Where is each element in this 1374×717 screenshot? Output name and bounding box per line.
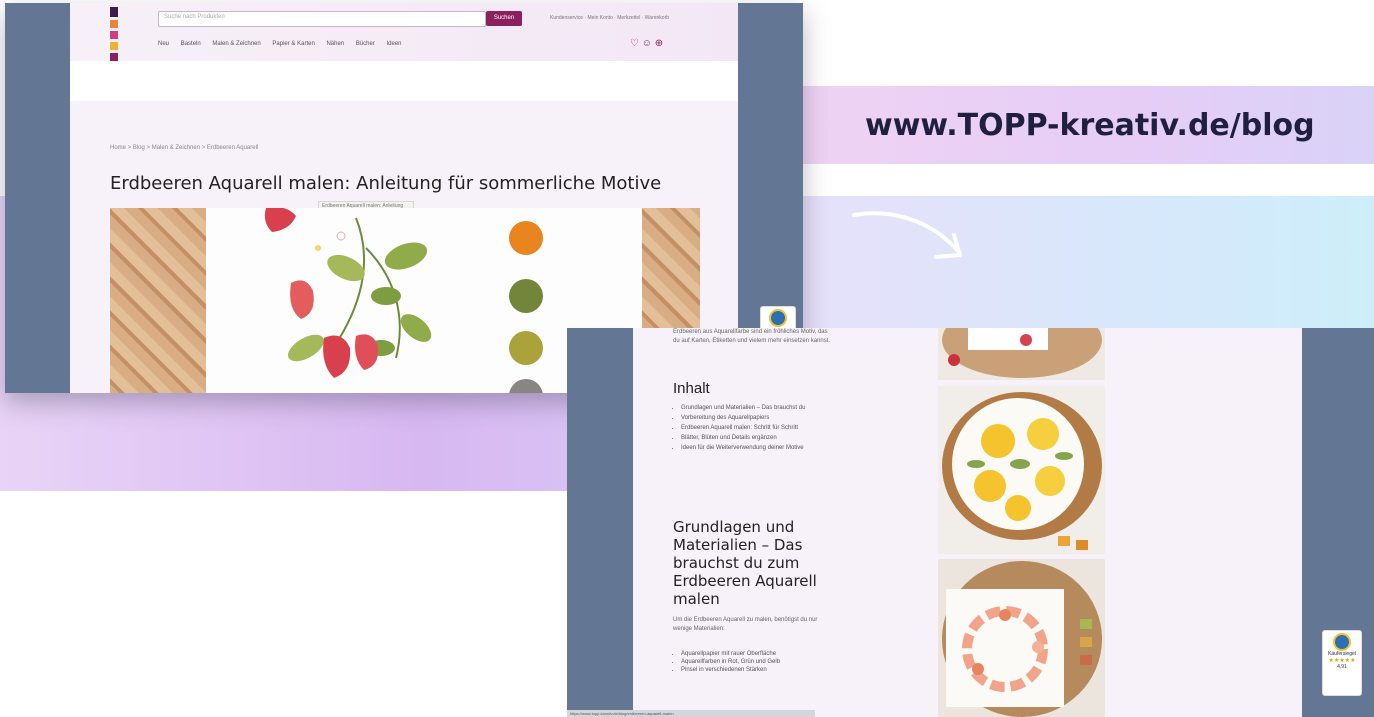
list-item: Aquarellpapier mit rauer Oberfläche (681, 650, 851, 658)
heart-icon[interactable]: ♡ (630, 38, 639, 49)
main-nav: Neu Basteln Malen & Zeichnen Papier & Ka… (158, 41, 412, 47)
toc-item[interactable]: Ideen für die Weiterverwendung deiner Mo… (681, 444, 851, 452)
toc-item[interactable]: Blätter, Blüten und Details ergänzen (681, 434, 851, 442)
basket-texture (110, 208, 206, 393)
section-intro: Um die Erdbeeren Aquarell zu malen, benö… (673, 617, 818, 632)
trust-seal-icon (1333, 633, 1351, 651)
lemon-plate-photo (938, 386, 1105, 554)
list-item: Aquarellfarben in Rot, Grün und Gelb (681, 658, 851, 666)
nav-item[interactable]: Neu (158, 41, 169, 47)
user-icon[interactable]: ☺ (642, 38, 652, 49)
wreath-painting-photo (938, 559, 1105, 717)
toc-item[interactable]: Erdbeeren Aquarell malen: Schritt für Sc… (681, 424, 851, 432)
url-banner: www.TOPP-kreativ.de/blog (800, 86, 1374, 164)
nav-item[interactable]: Ideen (387, 41, 402, 47)
banner-strip (70, 61, 738, 101)
list-item: Pinsel in verschiedenen Stärken (681, 666, 851, 674)
nav-item[interactable]: Basteln (181, 41, 201, 47)
nav-item[interactable]: Malen & Zeichnen (212, 41, 260, 47)
site-header: Suche nach Produkten Suchen Kundenservic… (70, 3, 738, 61)
header-icons: ♡ ☺ ⊕ (630, 38, 663, 49)
url-banner-text: www.TOPP-kreativ.de/blog (865, 108, 1315, 143)
table-of-contents: Grundlagen und Materialien – Das brauchs… (673, 404, 851, 454)
rating-stars: ★★★★★ (1328, 658, 1356, 664)
cart-icon[interactable]: ⊕ (655, 38, 663, 49)
materials-list: Aquarellpapier mit rauer Oberfläche Aqua… (673, 650, 851, 674)
page-title: Erdbeeren Aquarell malen: Anleitung für … (110, 173, 662, 194)
blog-screenshot-bottom: Erdbeeren aus Aquarellfarbe sind ein frö… (567, 328, 1374, 717)
section-heading: Grundlagen und Materialien – Das brauchs… (673, 518, 817, 608)
blog-page-bottom: Erdbeeren aus Aquarellfarbe sind ein frö… (633, 328, 1302, 717)
search-button[interactable]: Suchen (486, 11, 522, 26)
curved-arrow-icon (852, 211, 962, 259)
topp-logo[interactable] (110, 7, 122, 61)
nav-item[interactable]: Nähen (326, 41, 344, 47)
header-links[interactable]: Kundenservice · Mein Konto · Merkzettel … (550, 15, 669, 21)
rating-value: 4,91 (1337, 664, 1347, 670)
strawberry-card-photo (938, 328, 1105, 380)
toc-item[interactable]: Grundlagen und Materialien – Das brauchs… (681, 404, 851, 412)
search-input[interactable]: Suche nach Produkten (158, 11, 486, 27)
trust-seal-icon (769, 309, 787, 327)
nav-item[interactable]: Bücher (356, 41, 375, 47)
breadcrumb[interactable]: Home > Blog > Malen & Zeichnen > Erdbeer… (110, 143, 270, 153)
status-bar-url: https://www.topp-kreativ.de/blog/erdbeer… (567, 710, 815, 717)
toc-item[interactable]: Vorbereitung des Aquarellpapiers (681, 414, 851, 422)
trust-badge[interactable]: Käufersiegel ★★★★★ 4,91 (1322, 630, 1362, 696)
nav-item[interactable]: Papier & Karten (272, 41, 314, 47)
search-placeholder: Suche nach Produkten (164, 14, 225, 20)
intro-text: Erdbeeren aus Aquarellfarbe sind ein frö… (673, 329, 831, 344)
toc-heading: Inhalt (673, 380, 710, 397)
